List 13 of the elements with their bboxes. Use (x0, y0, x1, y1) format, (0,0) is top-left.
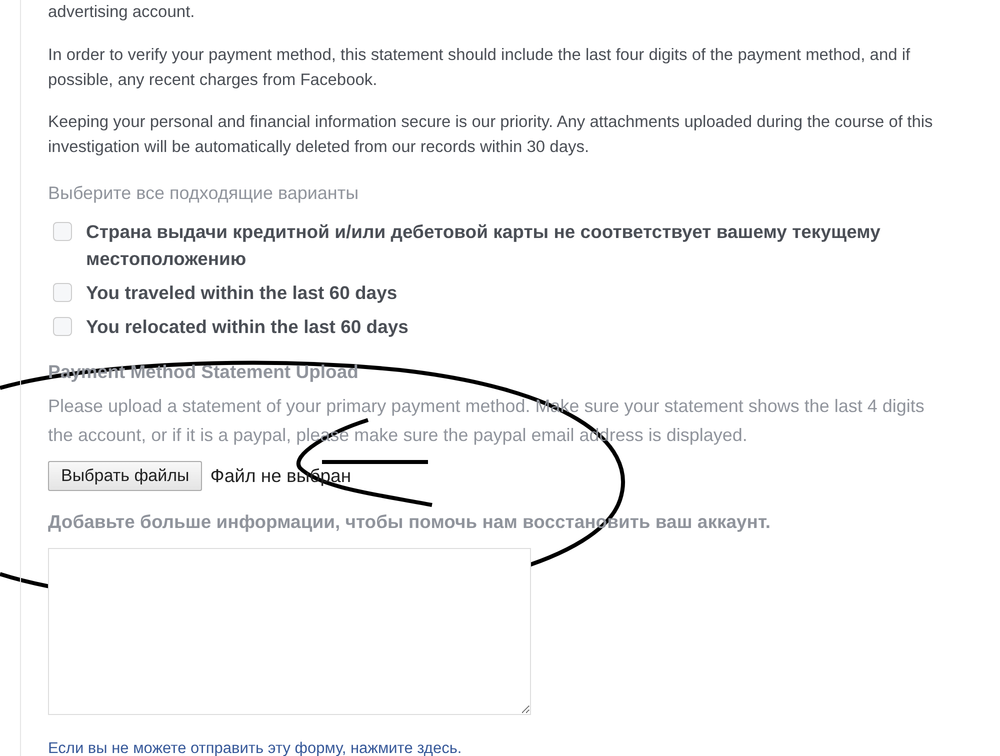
checkbox-label: You traveled within the last 60 days (86, 281, 398, 305)
checkbox[interactable] (53, 283, 72, 302)
choose-files-button[interactable]: Выбрать файлы (48, 461, 202, 491)
paragraph: In order to verify your payment method, this statement should include the last four digits of the payment method, and if possible, any recent charges from Facebook. (48, 45, 912, 91)
help-link[interactable]: Если вы не можете отправить эту форму, нажмите здесь. (48, 741, 1000, 756)
checkbox[interactable] (53, 222, 72, 241)
details-field[interactable] (48, 548, 531, 715)
options-heading: Выберите все подходящие варианты (48, 183, 360, 203)
checkbox-label: You relocated within the last 60 days (86, 315, 408, 339)
paragraph: advertising account. (48, 2, 196, 23)
checkbox-label: Страна выдачи кредитной и/или дебетовой карты не соответствует вашему текущему местоположению (86, 220, 880, 271)
checkbox[interactable] (53, 317, 72, 336)
paragraph: Keeping your personal and financial information secure is our priority. Any attachments uploaded during the course of this investigation will be automatically deleted from our records within 30 days. (48, 112, 934, 158)
